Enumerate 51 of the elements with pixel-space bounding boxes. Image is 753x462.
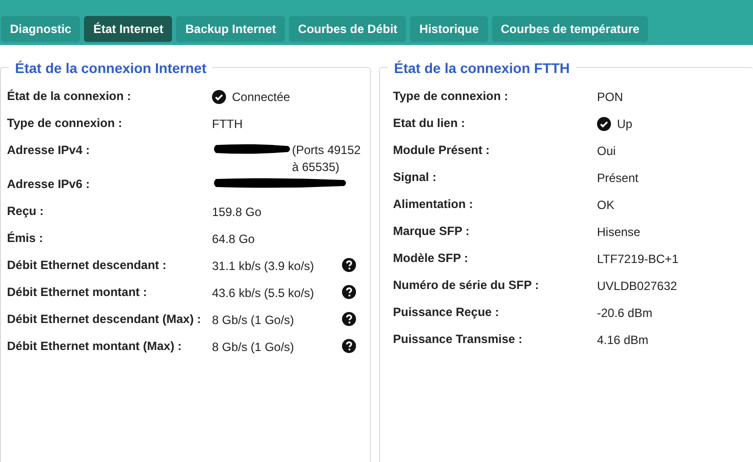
check-circle-icon — [212, 90, 226, 104]
row-label: Signal : — [393, 169, 438, 185]
row-label: Reçu : — [7, 203, 45, 219]
help-icon[interactable] — [342, 312, 356, 326]
row-value: OK — [597, 198, 614, 212]
row-label: Etat du lien : — [393, 115, 466, 131]
row-value: 8 Gb/s (1 Go/s) — [212, 313, 294, 327]
row-label: Type de connexion : — [7, 115, 124, 131]
row-label: Puissance Transmise : — [393, 331, 524, 347]
row-label: État de la connexion : — [7, 88, 132, 104]
row-label: Débit Ethernet montant : — [7, 284, 148, 300]
row-value: 31.1 kb/s (3.9 ko/s) — [212, 259, 314, 273]
row-value: Up — [617, 116, 632, 133]
row-value: Hisense — [597, 225, 640, 239]
row-value: Connectée — [232, 89, 290, 106]
row-label: Émis : — [7, 230, 44, 246]
row-label: Alimentation : — [393, 196, 474, 212]
row-value: 64.8 Go — [212, 232, 255, 246]
row-label: Adresse IPv4 : — [7, 142, 91, 158]
help-icon[interactable] — [342, 285, 356, 299]
row-label: Module Présent : — [393, 142, 491, 158]
row-value: FTTH — [212, 117, 243, 131]
row-value: PON — [597, 90, 624, 104]
tab[interactable]: Backup Internet — [176, 16, 286, 42]
row-label: Modèle SFP : — [393, 250, 470, 266]
tab[interactable]: Historique — [410, 16, 488, 42]
row-label: Numéro de série du SFP : — [393, 277, 540, 293]
tab[interactable]: Courbes de Débit — [289, 16, 406, 42]
help-icon[interactable] — [342, 339, 356, 353]
row-label: Adresse IPv6 : — [7, 176, 91, 192]
row-label: Type de connexion : — [393, 88, 510, 104]
check-circle-icon — [597, 117, 611, 131]
row-value: (Ports 49152 à 65535) — [292, 142, 362, 176]
row-value: Oui — [597, 144, 616, 158]
row-label: Puissance Reçue : — [393, 304, 500, 320]
tab[interactable]: État Internet — [84, 16, 172, 42]
help-icon[interactable] — [342, 258, 356, 272]
row-label: Débit Ethernet descendant : — [7, 257, 168, 273]
row-label: Débit Ethernet montant (Max) : — [7, 338, 183, 354]
row-value: LTF7219-BC+1 — [597, 252, 678, 266]
row-value: 4.16 dBm — [597, 333, 648, 347]
row-value: 43.6 kb/s (5.5 ko/s) — [212, 286, 314, 300]
row-label: Marque SFP : — [393, 223, 470, 239]
row-value: 8 Gb/s (1 Go/s) — [212, 340, 294, 354]
tab[interactable]: Diagnostic — [1, 16, 80, 42]
row-value: -20.6 dBm — [597, 306, 652, 320]
tab[interactable]: Courbes de température — [492, 16, 648, 42]
row-value: Présent — [597, 171, 638, 185]
row-value: UVLDB027632 — [597, 279, 678, 293]
row-label: Débit Ethernet descendant (Max) : — [7, 311, 202, 327]
row-value: 159.8 Go — [212, 205, 262, 219]
